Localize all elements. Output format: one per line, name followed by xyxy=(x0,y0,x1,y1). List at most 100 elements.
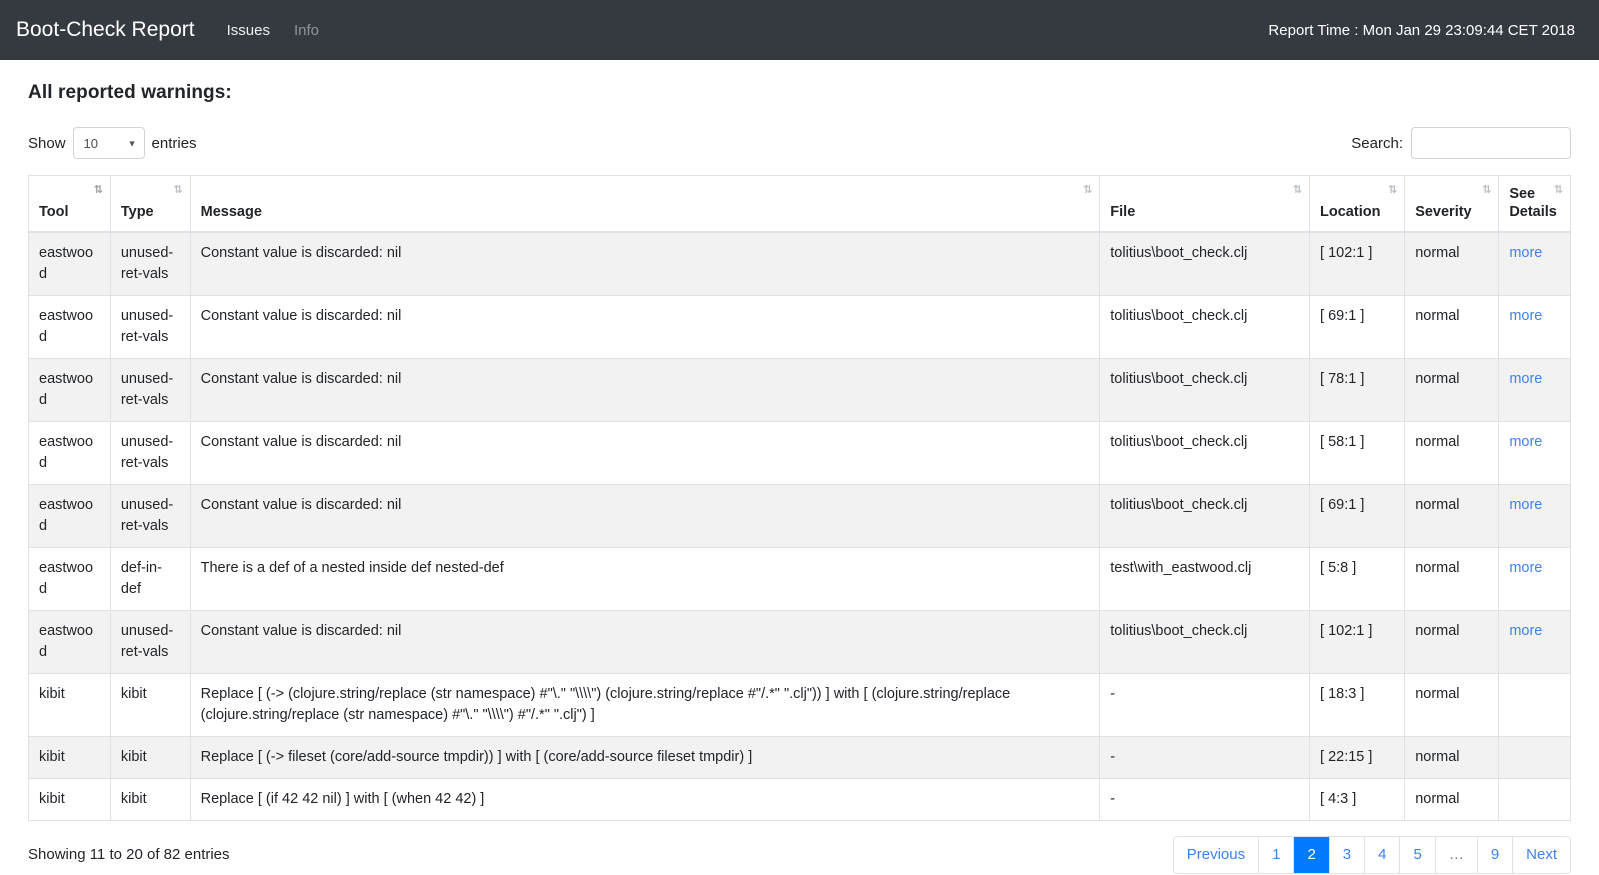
sort-updown-icon[interactable]: ⇅ xyxy=(1388,184,1397,195)
cell-severity-value: normal xyxy=(1415,748,1460,765)
cell-message-value: Constant value is discarded: nil xyxy=(200,370,402,387)
cell-see-details-value[interactable]: more xyxy=(1509,497,1542,513)
cell-file-value: tolitius\boot_check.clj xyxy=(1110,433,1248,450)
cell-location: [ 18:3 ] xyxy=(1309,672,1406,737)
table-info: Showing 11 to 20 of 82 entries xyxy=(28,846,230,864)
cell-type: unused-ret-vals xyxy=(109,609,191,674)
pagination-page-2[interactable]: 2 xyxy=(1294,837,1330,873)
warnings-table-wrap: ⇅ Tool ⇅ Type ⇅ Message ⇅ File ⇅ Locatio… xyxy=(28,175,1571,821)
cell-type-value: unused-ret-vals xyxy=(120,622,174,660)
sort-updown-icon[interactable]: ⇅ xyxy=(173,184,182,195)
cell-location: [ 69:1 ] xyxy=(1309,483,1406,548)
table-row: eastwood unused-ret-vals Constant value is… xyxy=(28,231,1571,296)
cell-tool: eastwood xyxy=(28,357,111,422)
cell-type: unused-ret-vals xyxy=(109,420,191,485)
column-header-label: Type xyxy=(120,204,154,221)
cell-severity-value: normal xyxy=(1415,370,1460,387)
cell-type-value: kibit xyxy=(120,790,147,807)
cell-message: Constant value is discarded: nil xyxy=(189,420,1101,485)
pagination-page-5[interactable]: 5 xyxy=(1400,837,1436,873)
main-content: All reported warnings: Show 10 25 50 100… xyxy=(0,82,1599,875)
cell-tool: eastwood xyxy=(28,609,111,674)
cell-location-value: [ 102:1 ] xyxy=(1320,244,1373,261)
column-header-tool[interactable]: ⇅ Tool xyxy=(28,175,111,233)
pagination-page-9[interactable]: 9 xyxy=(1477,837,1514,873)
cell-severity: normal xyxy=(1404,609,1500,674)
cell-severity: normal xyxy=(1404,672,1500,737)
pagination-prev[interactable]: Previous xyxy=(1173,837,1260,873)
cell-see-details-value[interactable]: more xyxy=(1509,623,1542,639)
pagination-page-1[interactable]: 1 xyxy=(1259,837,1295,873)
pagination-page-3[interactable]: 3 xyxy=(1329,837,1366,873)
table-row: eastwood unused-ret-vals Constant value is… xyxy=(28,609,1571,674)
column-header-label: See Details xyxy=(1509,186,1557,221)
table-row: eastwood def-in-def There is a def of a ne… xyxy=(28,546,1571,611)
nav-link-issues[interactable]: Issues xyxy=(217,16,280,45)
pagination-next[interactable]: Next xyxy=(1513,837,1570,873)
cell-see-details-value[interactable]: more xyxy=(1509,245,1542,261)
column-header-file[interactable]: ⇅ File xyxy=(1099,175,1311,233)
nav-link-info[interactable]: Info xyxy=(284,16,329,45)
cell-location: [ 58:1 ] xyxy=(1309,420,1406,485)
warnings-table: ⇅ Tool ⇅ Type ⇅ Message ⇅ File ⇅ Locatio… xyxy=(28,175,1571,821)
sort-updown-icon[interactable]: ⇅ xyxy=(1083,184,1092,195)
cell-see-details: more xyxy=(1498,357,1571,422)
cell-see-details: more xyxy=(1498,294,1571,359)
cell-severity-value: normal xyxy=(1415,790,1460,807)
cell-file: tolitius\boot_check.clj xyxy=(1099,294,1311,359)
cell-see-details-value[interactable]: more xyxy=(1509,560,1542,576)
cell-message-value: Constant value is discarded: nil xyxy=(200,496,402,513)
cell-message-value: Replace [ (-> (clojure.string/replace (s… xyxy=(200,685,1011,723)
cell-severity: normal xyxy=(1404,777,1500,821)
column-header-see-details[interactable]: ⇅ See Details xyxy=(1498,175,1571,233)
cell-severity-value: normal xyxy=(1415,622,1460,639)
cell-message: There is a def of a nested inside def ne… xyxy=(189,546,1101,611)
cell-tool: eastwood xyxy=(28,546,111,611)
column-header-severity[interactable]: ⇅ Severity xyxy=(1404,175,1500,233)
cell-message: Constant value is discarded: nil xyxy=(189,483,1101,548)
table-footer: Showing 11 to 20 of 82 entries Previous 1… xyxy=(28,835,1571,875)
page-length-select[interactable]: 10 25 50 100 xyxy=(72,127,145,159)
cell-location: [ 4:3 ] xyxy=(1309,777,1406,821)
cell-tool-value: kibit xyxy=(39,748,65,765)
table-header-row: ⇅ Tool ⇅ Type ⇅ Message ⇅ File ⇅ Locatio… xyxy=(28,175,1571,233)
table-row: eastwood unused-ret-vals Constant value is… xyxy=(28,483,1571,548)
cell-severity: normal xyxy=(1404,483,1500,548)
navbar-brand[interactable]: Boot-Check Report xyxy=(16,18,195,42)
cell-tool: eastwood xyxy=(28,231,111,296)
cell-message: Constant value is discarded: nil xyxy=(189,231,1101,296)
cell-location-value: [ 22:15 ] xyxy=(1320,748,1373,765)
cell-location-value: [ 78:1 ] xyxy=(1320,370,1365,387)
column-header-message[interactable]: ⇅ Message xyxy=(189,175,1101,233)
sort-updown-icon[interactable]: ⇅ xyxy=(94,184,103,195)
sort-updown-icon[interactable]: ⇅ xyxy=(1554,184,1563,195)
pagination-page-4[interactable]: 4 xyxy=(1365,837,1401,873)
cell-location-value: [ 5:8 ] xyxy=(1320,559,1357,576)
cell-see-details: more xyxy=(1498,546,1571,611)
cell-message-value: Replace [ (-> fileset (core/add-source t… xyxy=(200,748,753,765)
column-header-location[interactable]: ⇅ Location xyxy=(1309,175,1406,233)
cell-file: tolitius\boot_check.clj xyxy=(1099,357,1311,422)
cell-message-value: There is a def of a nested inside def ne… xyxy=(200,559,504,576)
cell-file-value: - xyxy=(1110,748,1116,765)
cell-file-value: tolitius\boot_check.clj xyxy=(1110,370,1248,387)
cell-location: [ 69:1 ] xyxy=(1309,294,1406,359)
cell-see-details-value[interactable]: more xyxy=(1509,308,1542,324)
column-header-label: Message xyxy=(200,204,262,221)
cell-location-value: [ 4:3 ] xyxy=(1320,790,1357,807)
page-length-select-holder: 10 25 50 100 ▼ xyxy=(72,127,145,159)
show-label: Show xyxy=(28,134,66,152)
cell-see-details-value[interactable]: more xyxy=(1509,434,1542,450)
cell-location: [ 5:8 ] xyxy=(1309,546,1406,611)
cell-message: Replace [ (if 42 42 nil) ] with [ (when … xyxy=(189,777,1101,821)
column-header-type[interactable]: ⇅ Type xyxy=(109,175,191,233)
sort-updown-icon[interactable]: ⇅ xyxy=(1293,184,1302,195)
entries-label: entries xyxy=(151,134,197,152)
cell-see-details-value[interactable]: more xyxy=(1509,371,1542,387)
cell-type-value: unused-ret-vals xyxy=(120,433,174,471)
cell-severity-value: normal xyxy=(1415,307,1460,324)
search-input[interactable] xyxy=(1411,127,1571,159)
cell-file: tolitius\boot_check.clj xyxy=(1099,420,1311,485)
sort-updown-icon[interactable]: ⇅ xyxy=(1482,184,1491,195)
cell-tool: kibit xyxy=(28,777,111,821)
